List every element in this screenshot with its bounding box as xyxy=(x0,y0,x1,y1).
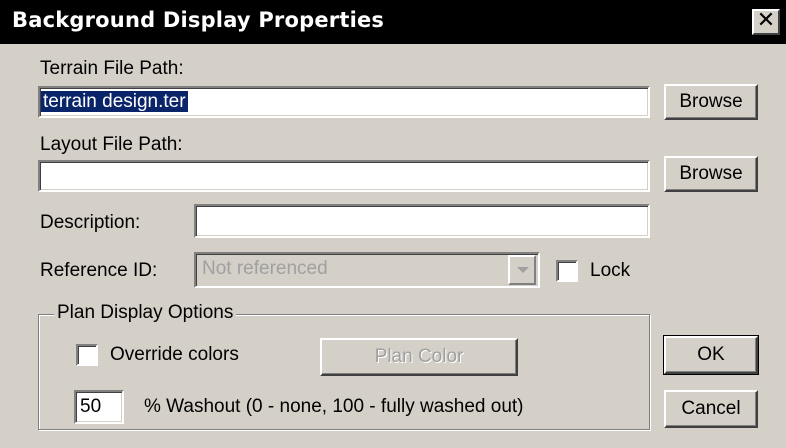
description-input[interactable] xyxy=(194,204,650,238)
terrain-browse-button[interactable]: Browse xyxy=(664,84,758,120)
layout-browse-button[interactable]: Browse xyxy=(664,156,758,192)
override-colors-checkbox[interactable] xyxy=(76,344,98,366)
terrain-path-input[interactable]: terrain design.ter xyxy=(38,86,650,118)
reference-id-dropdown[interactable]: Not referenced xyxy=(194,252,540,288)
washout-label: % Washout (0 - none, 100 - fully washed … xyxy=(144,396,524,417)
cancel-button[interactable]: Cancel xyxy=(664,390,758,428)
close-button[interactable]: ✕ xyxy=(752,9,780,35)
lock-label: Lock xyxy=(590,260,631,281)
terrain-path-value: terrain design.ter xyxy=(41,91,188,112)
reference-dropdown-button[interactable] xyxy=(508,255,536,285)
washout-input[interactable]: 50 xyxy=(74,390,124,424)
plan-color-button[interactable]: Plan Color xyxy=(320,338,518,376)
title-bar[interactable]: Background Display Properties ✕ xyxy=(0,0,786,44)
washout-value: 50 xyxy=(80,396,102,417)
reference-id-label: Reference ID: xyxy=(40,260,158,281)
lock-checkbox[interactable] xyxy=(556,260,578,282)
reference-id-value: Not referenced xyxy=(202,258,328,279)
description-label: Description: xyxy=(40,212,141,233)
window-title: Background Display Properties xyxy=(12,8,385,32)
close-icon: ✕ xyxy=(756,8,776,33)
terrain-path-label: Terrain File Path: xyxy=(40,58,184,79)
ok-button[interactable]: OK xyxy=(663,335,759,375)
override-colors-label: Override colors xyxy=(110,344,239,365)
plan-display-options-label: Plan Display Options xyxy=(54,302,237,324)
layout-path-input[interactable] xyxy=(38,160,650,192)
chevron-down-icon xyxy=(517,267,529,273)
layout-path-label: Layout File Path: xyxy=(40,134,183,155)
